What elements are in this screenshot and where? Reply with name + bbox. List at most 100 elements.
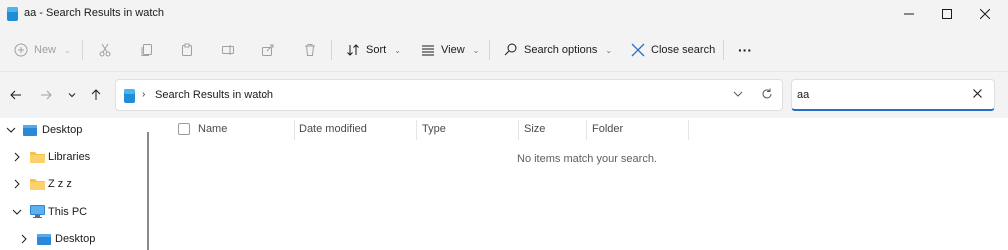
chevron-down-icon: ⌄ xyxy=(394,45,401,55)
sort-label: Sort xyxy=(366,44,387,56)
rename-button[interactable] xyxy=(221,38,235,62)
desktop-icon xyxy=(37,234,51,245)
search-folder-icon xyxy=(124,89,135,103)
desktop-icon xyxy=(23,125,37,136)
share-button[interactable] xyxy=(261,38,275,62)
column-divider[interactable] xyxy=(688,120,689,140)
pc-icon xyxy=(30,205,45,218)
tree-item-this-pc[interactable]: This PC xyxy=(0,201,142,223)
chevron-right-icon[interactable] xyxy=(12,152,22,162)
recent-locations-icon xyxy=(68,93,76,98)
clear-search-icon xyxy=(973,89,982,98)
column-header-folder[interactable]: Folder xyxy=(592,118,688,140)
column-divider[interactable] xyxy=(586,120,587,140)
new-label: New xyxy=(34,44,57,56)
title-bar: aa - Search Results in watch xyxy=(0,0,1008,28)
tree-item-pc-desktop[interactable]: Desktop xyxy=(0,228,142,250)
copy-button[interactable] xyxy=(140,38,154,62)
tree-item-label: Libraries xyxy=(48,151,91,163)
navigation-pane: Desktop Libraries Z z z This PC Desktop xyxy=(0,118,142,250)
forward-button[interactable] xyxy=(37,86,55,104)
folder-icon xyxy=(30,152,45,163)
search-folder-icon xyxy=(7,7,18,21)
new-icon xyxy=(14,43,28,57)
chevron-down-icon[interactable] xyxy=(6,125,16,135)
folder-icon xyxy=(30,179,45,190)
recent-locations-button[interactable] xyxy=(63,86,81,104)
divider xyxy=(82,40,83,60)
close-search-icon xyxy=(631,43,645,57)
refresh-button[interactable] xyxy=(761,88,773,103)
paste-button[interactable] xyxy=(180,38,194,62)
cut-button[interactable] xyxy=(98,38,112,62)
share-icon xyxy=(262,44,274,56)
maximize-icon xyxy=(942,9,952,19)
search-box[interactable] xyxy=(791,79,995,111)
tree-item-zzz[interactable]: Z z z xyxy=(0,173,142,195)
breadcrumb-location[interactable]: Search Results in watch xyxy=(155,89,273,101)
chevron-down-icon[interactable] xyxy=(12,207,22,217)
paste-icon xyxy=(182,43,192,56)
breadcrumb-separator[interactable]: › xyxy=(142,89,145,100)
tree-item-label: Desktop xyxy=(55,233,96,245)
empty-results-message: No items match your search. xyxy=(517,153,657,165)
command-bar: New ⌄ Sort ⌄ View ⌄ Search options ⌄ Close s… xyxy=(0,28,1008,72)
select-all-checkbox[interactable] xyxy=(178,123,190,135)
tree-item-desktop[interactable]: Desktop xyxy=(0,119,142,141)
chevron-right-icon[interactable] xyxy=(12,179,22,189)
close-button[interactable] xyxy=(962,0,1008,28)
chevron-right-icon[interactable] xyxy=(19,234,29,244)
column-header-type[interactable]: Type xyxy=(422,118,518,140)
delete-button[interactable] xyxy=(303,38,317,62)
column-divider[interactable] xyxy=(294,120,295,140)
column-header-name[interactable]: Name xyxy=(198,118,294,140)
address-bar[interactable]: › Search Results in watch › xyxy=(115,79,783,111)
rename-icon xyxy=(222,45,234,55)
tree-item-label: This PC xyxy=(48,206,88,218)
column-divider[interactable] xyxy=(518,120,519,140)
divider xyxy=(723,40,724,60)
divider xyxy=(331,40,332,60)
view-label: View xyxy=(441,44,465,56)
results-pane: Name Date modified Type Size Folder No i… xyxy=(152,118,1008,250)
new-button[interactable]: New ⌄ xyxy=(14,38,71,62)
sort-icon xyxy=(347,44,359,56)
more-icon: ··· xyxy=(738,42,752,58)
forward-icon xyxy=(41,90,52,100)
address-dropdown-icon xyxy=(733,91,743,97)
chevron-down-icon: ⌄ xyxy=(605,45,613,55)
cut-icon xyxy=(99,43,111,57)
pane-splitter[interactable] xyxy=(147,132,149,250)
chevron-down-icon: ⌄ xyxy=(64,45,71,55)
view-icon xyxy=(422,45,434,56)
window-title: aa - Search Results in watch xyxy=(24,7,165,19)
delete-icon xyxy=(305,44,315,56)
divider xyxy=(489,40,490,60)
tree-item-label: Desktop xyxy=(42,124,83,136)
breadcrumb-separator[interactable]: › xyxy=(264,89,267,100)
refresh-icon xyxy=(762,88,772,99)
up-icon xyxy=(91,89,101,100)
sort-button[interactable]: Sort ⌄ xyxy=(346,38,401,62)
up-button[interactable] xyxy=(87,86,105,104)
close-icon xyxy=(980,9,990,19)
column-header-date-modified[interactable]: Date modified xyxy=(299,118,416,140)
copy-icon xyxy=(141,44,152,56)
more-button[interactable]: ··· xyxy=(738,38,752,62)
clear-search-button[interactable] xyxy=(973,89,982,101)
minimize-icon xyxy=(904,13,914,15)
chevron-down-icon: ⌄ xyxy=(472,45,480,55)
search-options-button[interactable]: Search options ⌄ xyxy=(504,38,612,62)
address-dropdown-button[interactable] xyxy=(733,89,743,102)
column-divider[interactable] xyxy=(416,120,417,140)
back-button[interactable] xyxy=(7,86,25,104)
tree-item-libraries[interactable]: Libraries xyxy=(0,146,142,168)
search-options-label: Search options xyxy=(524,44,598,56)
navigation-bar: › Search Results in watch › xyxy=(0,72,1008,118)
search-input[interactable] xyxy=(797,87,967,103)
column-header-size[interactable]: Size xyxy=(524,118,586,140)
close-search-label: Close search xyxy=(651,44,716,56)
close-search-button[interactable]: Close search xyxy=(631,38,715,62)
search-options-icon xyxy=(504,43,517,56)
view-button[interactable]: View ⌄ xyxy=(421,38,479,62)
